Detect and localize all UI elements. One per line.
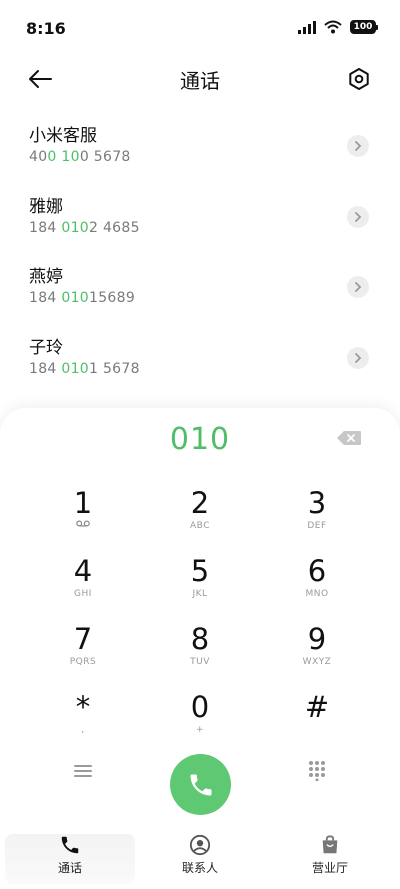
backspace-icon bbox=[337, 431, 361, 445]
voicemail-icon bbox=[76, 520, 90, 527]
contact-name: 小米客服 bbox=[29, 126, 97, 146]
key-9[interactable]: 9 WXYZ bbox=[262, 622, 372, 684]
key-6[interactable]: 6 MNO bbox=[262, 554, 372, 616]
contact-detail-button[interactable] bbox=[347, 346, 369, 369]
contacts-icon bbox=[189, 834, 211, 856]
chevron-right-icon bbox=[355, 352, 362, 363]
contact-name: 子玲 bbox=[29, 337, 63, 358]
contact-name: 雅娜 bbox=[29, 196, 63, 217]
menu-button[interactable] bbox=[72, 760, 94, 782]
chevron-right-icon bbox=[355, 282, 362, 292]
key-0[interactable]: 0 + bbox=[145, 690, 255, 752]
page-title: 通话 bbox=[180, 69, 220, 93]
contact-name: 燕婷 bbox=[29, 267, 63, 287]
key-2[interactable]: 2 ABC bbox=[145, 486, 255, 548]
keypad-toggle-button[interactable] bbox=[306, 759, 328, 782]
nav-label: 通话 bbox=[57, 861, 82, 875]
signal-icon bbox=[298, 20, 316, 34]
phone-icon bbox=[61, 836, 79, 854]
result-list: 小米客服 400 100 5678 雅娜 184 0102 4685 燕婷 18… bbox=[0, 110, 400, 392]
settings-hexagon-icon bbox=[349, 68, 369, 90]
status-icons: 100 bbox=[298, 20, 378, 34]
contact-detail-button[interactable] bbox=[347, 276, 369, 298]
key-8[interactable]: 8 TUV bbox=[145, 622, 255, 684]
contact-number: 400 100 5678 bbox=[29, 149, 131, 165]
dialpad: 010 1 2 ABC 3 DEF 4 GHI 5 JKL 6 MNO 7 PQ… bbox=[0, 408, 400, 828]
key-4[interactable]: 4 GHI bbox=[28, 554, 138, 616]
nav-tab-contacts[interactable]: 联系人 bbox=[135, 834, 265, 884]
key-7[interactable]: 7 PQRS bbox=[28, 622, 138, 684]
key-3[interactable]: 3 DEF bbox=[262, 486, 372, 548]
key-1[interactable]: 1 bbox=[28, 486, 138, 548]
call-button[interactable] bbox=[170, 754, 231, 815]
phone-icon bbox=[190, 774, 211, 795]
wifi-icon bbox=[324, 20, 342, 34]
result-item[interactable]: 小米客服 400 100 5678 bbox=[0, 110, 400, 181]
contact-number: 184 0102 4685 bbox=[29, 219, 140, 236]
chevron-right-icon bbox=[355, 211, 362, 222]
keypad-grid-icon bbox=[309, 761, 325, 782]
shopping-bag-icon bbox=[322, 835, 338, 854]
result-item[interactable]: 燕婷 184 01015689 bbox=[0, 251, 400, 322]
status-bar: 8:16 100 bbox=[0, 0, 400, 56]
contact-detail-button[interactable] bbox=[347, 135, 369, 157]
nav-tab-store[interactable]: 营业厅 bbox=[265, 834, 395, 884]
result-item[interactable]: 子玲 184 0101 5678 bbox=[0, 322, 400, 393]
contact-number: 184 0101 5678 bbox=[29, 360, 140, 377]
title-bar: 通话 bbox=[0, 56, 400, 102]
chevron-right-icon bbox=[355, 141, 362, 151]
backspace-button[interactable] bbox=[336, 430, 362, 450]
contact-detail-button[interactable] bbox=[347, 205, 369, 228]
bottom-nav: 通话 联系人 营业厅 bbox=[0, 828, 400, 889]
settings-button[interactable] bbox=[344, 64, 374, 94]
result-item[interactable]: 雅娜 184 0102 4685 bbox=[0, 181, 400, 252]
nav-label: 联系人 bbox=[181, 861, 218, 875]
key-star[interactable]: * , bbox=[28, 690, 138, 752]
key-5[interactable]: 5 JKL bbox=[145, 554, 255, 616]
nav-label: 营业厅 bbox=[311, 861, 348, 875]
nav-tab-calls[interactable]: 通话 bbox=[5, 834, 135, 884]
key-hash[interactable]: # bbox=[262, 690, 372, 752]
status-time: 8:16 bbox=[26, 19, 66, 38]
menu-lines-icon bbox=[74, 765, 92, 777]
battery-icon: 100 bbox=[350, 20, 378, 34]
contact-number: 184 01015689 bbox=[29, 290, 136, 306]
